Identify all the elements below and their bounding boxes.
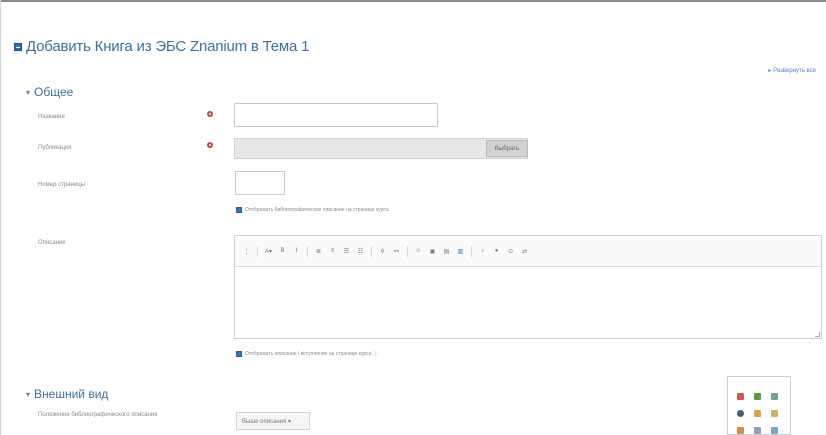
emoji-icon[interactable]: ☺ — [413, 246, 424, 257]
media-icon[interactable]: ▤ — [441, 246, 452, 257]
bib-position-label: Положение библиографического описания — [38, 412, 158, 418]
section-appearance-label: Внешний вид — [34, 387, 109, 401]
section-general-header[interactable]: ▾ Общее — [26, 85, 73, 99]
section-general-label: Общее — [34, 85, 74, 99]
accessibility-icon[interactable]: ⇄ — [519, 246, 530, 257]
toolbar-divider — [407, 245, 408, 257]
publication-field — [234, 138, 528, 159]
resize-handle-icon[interactable] — [815, 332, 820, 337]
record-video-icon[interactable]: ● — [491, 246, 502, 257]
required-icon — [207, 142, 213, 148]
show-desc-row[interactable]: Отображать описание / вступление на стра… — [236, 350, 378, 357]
italic-icon[interactable]: I — [291, 246, 302, 257]
pdf-icon[interactable] — [737, 393, 744, 400]
chart-icon[interactable] — [754, 393, 761, 400]
note-icon[interactable] — [771, 410, 778, 417]
font-size-icon[interactable]: A▾ — [263, 246, 274, 257]
archive-icon[interactable] — [737, 427, 744, 434]
name-label: Название — [38, 114, 65, 120]
sheet-icon[interactable] — [771, 393, 778, 400]
page-number-input[interactable] — [235, 171, 285, 195]
unlink-icon[interactable]: ⚯ — [391, 246, 402, 257]
bold-icon[interactable]: B — [277, 246, 288, 257]
expand-all-link[interactable]: ▸ Развернуть всё — [768, 67, 816, 74]
bib-position-selected: Выше описания ▾ — [242, 418, 291, 425]
choose-button[interactable]: Выбрать — [486, 140, 528, 157]
publication-label: Публикация — [38, 145, 72, 151]
link-icon[interactable]: ⚲ — [377, 246, 388, 257]
toolbar-divider — [471, 245, 472, 257]
toolbar-divider — [307, 245, 308, 257]
editor-text-area[interactable] — [235, 267, 821, 339]
window-left-border — [0, 0, 1, 435]
page-title: Добавить Книга из ЭБС Znanium в Тема 1 — [14, 38, 309, 55]
image-icon[interactable]: ▣ — [427, 246, 438, 257]
required-icon — [207, 111, 213, 117]
window-top-border — [0, 0, 826, 2]
page-number-label: Номер страницы — [38, 182, 85, 188]
file-icon[interactable]: ▥ — [455, 246, 466, 257]
description-label: Описание — [38, 240, 66, 246]
show-bib-row[interactable]: Отображать библиографическое описание на… — [236, 207, 389, 213]
manage-files-icon[interactable]: ⊙ — [505, 246, 516, 257]
toolbar-divider — [371, 245, 372, 257]
editor-toolbar: ⋮ A▾ B I ≣ ≡ ☰ ☷ ⚲ ⚯ ☺ ▣ ▤ ▥ ♪ ● ⊙ ⇄ — [235, 236, 821, 267]
numbered-list-icon[interactable]: ≡ — [327, 246, 338, 257]
toolbar-divider — [257, 245, 258, 257]
image-icon[interactable] — [771, 427, 778, 434]
section-appearance-header[interactable]: ▾ Внешний вид — [26, 387, 108, 401]
collapse-icon[interactable] — [14, 42, 22, 51]
chevron-down-icon: ▾ — [26, 389, 31, 399]
align-left-icon[interactable]: ☰ — [341, 246, 352, 257]
align-right-icon[interactable]: ☷ — [355, 246, 366, 257]
show-bib-checkbox[interactable] — [236, 207, 242, 213]
toolbar-toggle-icon[interactable]: ⋮ — [241, 246, 252, 257]
folder-icon[interactable] — [754, 410, 761, 417]
show-bib-label: Отображать библиографическое описание на… — [245, 207, 389, 213]
page-title-text: Добавить Книга из ЭБС Znanium в Тема 1 — [26, 38, 310, 55]
description-editor[interactable]: ⋮ A▾ B I ≣ ≡ ☰ ☷ ⚲ ⚯ ☺ ▣ ▤ ▥ ♪ ● ⊙ ⇄ — [234, 235, 822, 339]
chevron-down-icon: ▾ — [26, 87, 31, 97]
globe-icon[interactable] — [737, 410, 744, 417]
name-input[interactable] — [234, 103, 438, 127]
show-desc-label: Отображать описание / вступление на стра… — [245, 351, 378, 357]
block-icon-panel — [727, 376, 791, 435]
doc-icon[interactable] — [754, 427, 761, 434]
bib-position-select[interactable]: Выше описания ▾ — [236, 412, 310, 430]
record-audio-icon[interactable]: ♪ — [477, 246, 488, 257]
bullet-list-icon[interactable]: ≣ — [313, 246, 324, 257]
show-desc-checkbox[interactable] — [236, 350, 242, 357]
